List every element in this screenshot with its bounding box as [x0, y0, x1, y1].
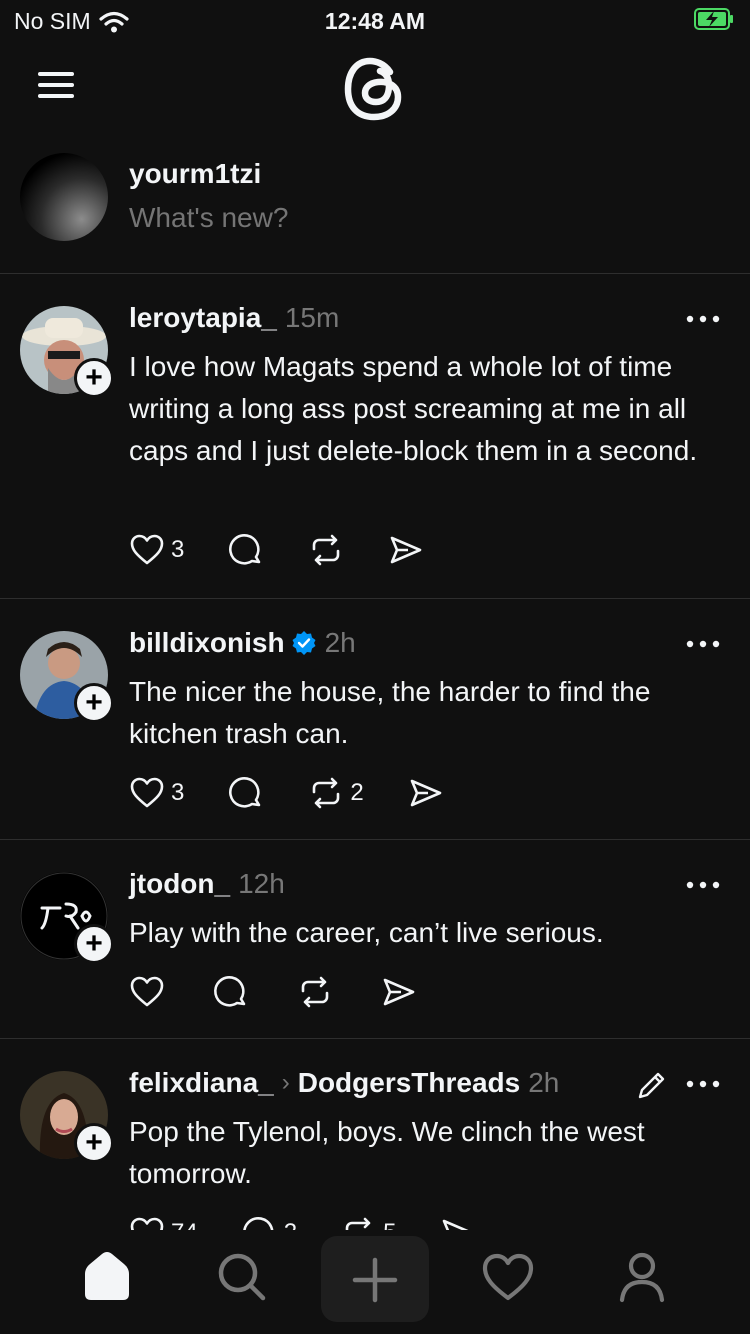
more-icon[interactable]: [686, 1079, 720, 1089]
reply-button[interactable]: [228, 532, 264, 568]
feed-post[interactable]: + leroytapia_ 15m I love how Magats spen…: [0, 274, 750, 599]
menu-icon[interactable]: [38, 72, 74, 98]
reply-icon: [229, 777, 261, 808]
top-bar: [0, 40, 750, 140]
reply-button[interactable]: [228, 775, 264, 811]
like-count: 3: [171, 536, 185, 563]
clock: 12:48 AM: [324, 8, 426, 34]
new-thread-composer[interactable]: yourm1tzi: [0, 150, 750, 274]
repost-button[interactable]: [308, 532, 344, 568]
heart-icon: [130, 777, 164, 808]
repost-icon: [313, 534, 340, 566]
follow-button[interactable]: +: [74, 924, 114, 964]
share-icon: [410, 779, 442, 807]
home-icon[interactable]: [77, 1246, 137, 1306]
avatar[interactable]: [20, 153, 108, 241]
repost-button[interactable]: 2: [308, 775, 364, 811]
like-count: 3: [171, 779, 185, 806]
post-time: 15m: [284, 302, 340, 333]
battery-icon: [694, 8, 733, 30]
create-button[interactable]: [321, 1236, 429, 1322]
follow-button[interactable]: +: [74, 683, 114, 723]
edit-icon[interactable]: [636, 1069, 668, 1101]
heart-icon: [130, 976, 164, 1007]
repost-button[interactable]: [297, 974, 333, 1010]
activity-icon[interactable]: [478, 1246, 538, 1306]
follow-button[interactable]: +: [74, 358, 114, 398]
post-username[interactable]: billdixonish: [129, 627, 285, 659]
feed-post[interactable]: + billdixonish 2h The nicer the house, t…: [0, 599, 750, 840]
more-icon[interactable]: [686, 880, 720, 890]
whats-new-input[interactable]: [129, 202, 490, 234]
share-button[interactable]: [408, 775, 444, 811]
heart-icon: [130, 534, 164, 565]
create-icon: [352, 1257, 398, 1303]
repost-icon: [301, 976, 329, 1008]
post-time: 2h: [528, 1067, 560, 1098]
more-icon[interactable]: [686, 639, 720, 649]
post-username[interactable]: felixdiana_: [129, 1067, 274, 1099]
repost-count: 2: [350, 779, 364, 806]
reply-icon: [229, 534, 261, 565]
feed-post[interactable]: + felixdiana_ › DodgersThreads 2h Pop th…: [0, 1039, 750, 1232]
community-name[interactable]: DodgersThreads: [298, 1067, 521, 1099]
threads-logo-icon[interactable]: [340, 54, 410, 124]
post-text: Pop the Tylenol, boys. We clinch the wes…: [129, 1116, 645, 1189]
share-icon: [391, 536, 422, 564]
reply-icon: [214, 976, 246, 1007]
feed-post[interactable]: + jtodon_ 12h Play with the career, can’…: [0, 840, 750, 1039]
profile-icon[interactable]: [612, 1246, 672, 1306]
reply-button[interactable]: [213, 974, 249, 1010]
post-username[interactable]: leroytapia_: [129, 302, 277, 334]
post-time: 2h: [324, 627, 356, 658]
share-button[interactable]: [388, 532, 424, 568]
tab-bar: [0, 1230, 750, 1334]
verified-icon: [292, 631, 316, 655]
share-button[interactable]: [381, 974, 417, 1010]
post-text: The nicer the house, the harder to find …: [129, 676, 651, 749]
like-button[interactable]: 3: [129, 532, 184, 568]
post-username[interactable]: jtodon_: [129, 868, 230, 900]
follow-button[interactable]: +: [74, 1123, 114, 1163]
search-icon[interactable]: [211, 1246, 271, 1306]
post-actions: 3: [129, 532, 468, 568]
more-icon[interactable]: [686, 314, 720, 324]
like-button[interactable]: 3: [129, 775, 184, 811]
post-time: 12h: [238, 868, 285, 899]
post-text: Play with the career, can’t live serious…: [129, 917, 604, 948]
composer-username: yourm1tzi: [129, 158, 262, 189]
status-bar: No SIM 12:48 AM: [0, 0, 750, 40]
like-button[interactable]: [129, 974, 165, 1010]
post-actions: 3 2: [129, 775, 488, 811]
post-actions: [129, 974, 461, 1010]
post-text: I love how Magats spend a whole lot of t…: [129, 351, 698, 466]
repost-icon: [313, 777, 340, 809]
chevron-right-icon: ›: [281, 1069, 290, 1096]
share-icon: [383, 978, 415, 1006]
